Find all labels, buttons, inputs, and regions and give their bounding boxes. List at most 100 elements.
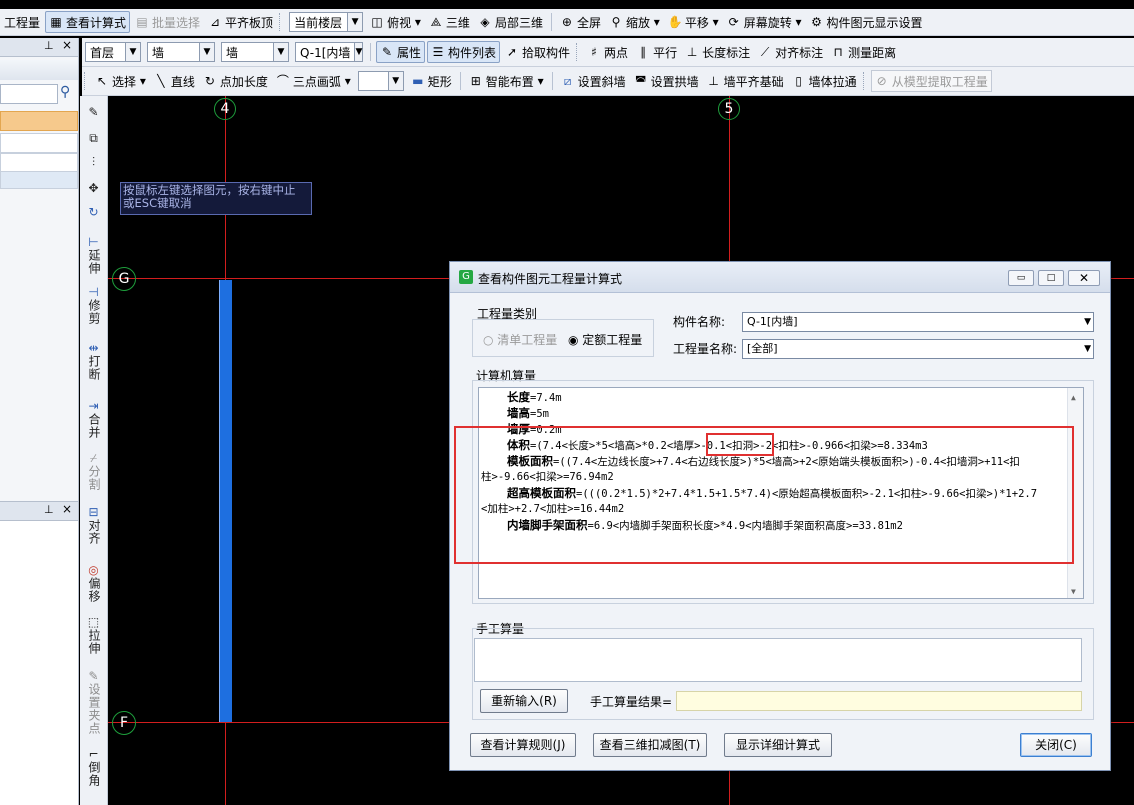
- type-select[interactable]: 墙 ▼: [221, 42, 289, 62]
- wall-element[interactable]: [219, 280, 232, 722]
- view-formula-button[interactable]: ▦ 查看计算式: [45, 11, 131, 33]
- break-tool[interactable]: ⇹ 打断: [80, 342, 107, 384]
- align-tool[interactable]: ⊟ 对齐: [80, 506, 107, 548]
- mirror-icon[interactable]: ⫶: [80, 156, 107, 169]
- batch-select-button[interactable]: ▤ 批量选择: [132, 11, 203, 33]
- component-select[interactable]: Q-1[内墙 ▼: [295, 42, 363, 62]
- scroll-down-icon[interactable]: ▼: [1071, 584, 1076, 598]
- close-button[interactable]: ✕: [1068, 270, 1100, 286]
- fullscreen-button[interactable]: ⊕ 全屏: [557, 11, 604, 33]
- toolbar-quantity[interactable]: 工程量: [1, 11, 43, 33]
- line-button[interactable]: ╲ 直线: [151, 70, 198, 92]
- wall-extend-button[interactable]: ▯ 墙体拉通: [789, 70, 860, 92]
- measure-distance-button[interactable]: ⊓ 测量距离: [828, 41, 899, 63]
- zoom-button[interactable]: ⚲ 缩放 ▾: [606, 11, 663, 33]
- pick-component-button[interactable]: ➚ 拾取构件: [502, 41, 573, 63]
- close-dialog-button[interactable]: 关闭(C): [1020, 733, 1092, 757]
- close-icon[interactable]: ×: [62, 502, 72, 516]
- search-icon[interactable]: ⚲: [60, 84, 70, 100]
- list-item[interactable]: [0, 133, 78, 153]
- pan-button[interactable]: ✋ 平移 ▾: [665, 11, 722, 33]
- display-settings-button[interactable]: ⚙ 构件图元显示设置: [807, 11, 926, 33]
- app-icon: G: [459, 270, 473, 284]
- select-label: 选择: [112, 74, 137, 89]
- view-3d-deduct-button[interactable]: 查看三维扣减图(T): [593, 733, 707, 757]
- floor-select[interactable]: 首层 ▼: [85, 42, 141, 62]
- shape-select[interactable]: ▼: [357, 71, 404, 91]
- two-point-button[interactable]: ♯ 两点: [584, 41, 631, 63]
- top-view-button[interactable]: ◫ 俯视 ▾: [367, 11, 424, 33]
- show-detail-formula-button[interactable]: 显示详细计算式: [724, 733, 832, 757]
- local-3d-button[interactable]: ◈ 局部三维: [475, 11, 546, 33]
- list-item[interactable]: [0, 171, 78, 189]
- split-tool[interactable]: ⌿ 分割: [80, 452, 107, 494]
- calc-rule-button[interactable]: 查看计算规则(J): [470, 733, 576, 757]
- smart-layout-button[interactable]: ⊞ 智能布置 ▾: [466, 70, 547, 92]
- flush-slab-button[interactable]: ⊿ 平齐板顶: [205, 11, 276, 33]
- search-input[interactable]: [0, 84, 58, 104]
- properties-button[interactable]: ✎ 属性: [376, 41, 426, 63]
- align-dim-button[interactable]: ⟋ 对齐标注: [755, 41, 826, 63]
- formula-dialog: G 查看构件图元工程量计算式 ▭ □ ✕ 工程量类别 ○ 清单工程量 ◉ 定额工…: [449, 261, 1111, 771]
- extend-tool[interactable]: ⊢ 延伸: [80, 236, 107, 278]
- edit-tool-strip: ✎ ⧉ ⫶ ✥ ↻ ⊢ 延伸 ⊣ 修剪 ⇹ 打断 ⇥ 合并 ⌿ 分割 ⊟ 对齐 ◎ 偏移 ⬚ 拉…: [80, 96, 108, 805]
- rotate-icon[interactable]: ↻: [80, 206, 107, 219]
- scroll-up-icon[interactable]: ▲: [1071, 390, 1076, 406]
- stretch-tool[interactable]: ⬚ 拉伸: [80, 616, 107, 658]
- minimize-button[interactable]: ▭: [1008, 270, 1034, 286]
- rotate-screen-button[interactable]: ⟳ 屏幕旋转 ▾: [724, 11, 805, 33]
- chamfer-tool[interactable]: ⌐ 倒角: [80, 748, 107, 790]
- pen-icon[interactable]: ✎: [80, 106, 107, 119]
- component-toolbar: 首层 ▼ 墙 ▼ 墙 ▼ Q-1[内墙 ▼ ✎ 属性 ☰ 构件列表 ➚ 拾取构件 ♯ 两点 ∥ 平…: [82, 38, 1134, 67]
- merge-tool[interactable]: ⇥ 合并: [80, 400, 107, 442]
- component-list-button[interactable]: ☰ 构件列表: [427, 41, 501, 63]
- slant-wall-button[interactable]: ⧄ 设置斜墙: [558, 70, 629, 92]
- panel-header: ⊥ ×: [0, 501, 78, 521]
- trim-tool[interactable]: ⊣ 修剪: [80, 286, 107, 328]
- manual-input[interactable]: [474, 638, 1082, 682]
- grip-point-tool[interactable]: ✎ 设置夹点: [80, 670, 107, 738]
- formula-expr: =5m: [530, 408, 549, 420]
- radio-bill-label: 清单工程量: [497, 333, 558, 347]
- arch-wall-button[interactable]: ◚ 设置拱墙: [631, 70, 702, 92]
- radio-bill-quantity[interactable]: ○ 清单工程量: [483, 331, 557, 348]
- maximize-button[interactable]: □: [1038, 270, 1064, 286]
- axis-label-f: F: [119, 715, 129, 731]
- toolbar-grip: [862, 72, 867, 90]
- axis-bubble-g: G: [112, 267, 136, 291]
- parallel-icon: ∥: [640, 45, 647, 59]
- length-dim-button[interactable]: ⊥ 长度标注: [682, 41, 753, 63]
- list-item-selected[interactable]: [0, 111, 78, 131]
- reinput-button[interactable]: 重新输入(R): [480, 689, 568, 713]
- pin-icon[interactable]: ⊥: [44, 39, 54, 52]
- radio-quota-quantity[interactable]: ◉ 定额工程量: [568, 331, 642, 348]
- floor-combo[interactable]: 当前楼层 ▼: [289, 12, 364, 32]
- list-icon: ☰: [432, 45, 444, 59]
- merge-icon: ⇥: [88, 399, 99, 413]
- parallel-button[interactable]: ∥ 平行: [633, 41, 680, 63]
- two-point-label: 两点: [604, 45, 629, 60]
- component-name-select[interactable]: Q-1[内墙] ▼: [742, 312, 1094, 332]
- point-length-button[interactable]: ↻ 点加长度: [200, 70, 271, 92]
- category-select[interactable]: 墙 ▼: [147, 42, 215, 62]
- align-dim-icon: ⟋: [760, 45, 770, 59]
- chamfer-label: 倒角: [87, 761, 101, 787]
- close-icon[interactable]: ×: [62, 38, 72, 52]
- 3d-button[interactable]: ⟁ 三维: [426, 11, 473, 33]
- copy-icon[interactable]: ⧉: [80, 132, 107, 145]
- wall-flush-foundation-button[interactable]: ⊥ 墙平齐基础: [704, 70, 787, 92]
- offset-icon: ◎: [88, 563, 99, 577]
- select-button[interactable]: ↖ 选择 ▾: [92, 70, 149, 92]
- move-icon[interactable]: ✥: [80, 182, 107, 195]
- arc-button[interactable]: ⌒ 三点画弧 ▾: [273, 70, 354, 92]
- arc-label: 三点画弧: [292, 74, 341, 89]
- list-item[interactable]: [0, 153, 78, 173]
- pin-icon[interactable]: ⊥: [44, 503, 54, 516]
- rectangle-button[interactable]: ▬ 矩形: [408, 70, 455, 92]
- wall-flush-foundation-label: 墙平齐基础: [723, 74, 784, 89]
- panel-tab-strip: [0, 60, 78, 80]
- local-3d-label: 局部三维: [494, 15, 543, 30]
- quantity-name-select[interactable]: [全部] ▼: [742, 339, 1094, 359]
- extract-quantity-button[interactable]: ⊘ 从模型提取工程量: [870, 70, 992, 92]
- offset-tool[interactable]: ◎ 偏移: [80, 564, 107, 606]
